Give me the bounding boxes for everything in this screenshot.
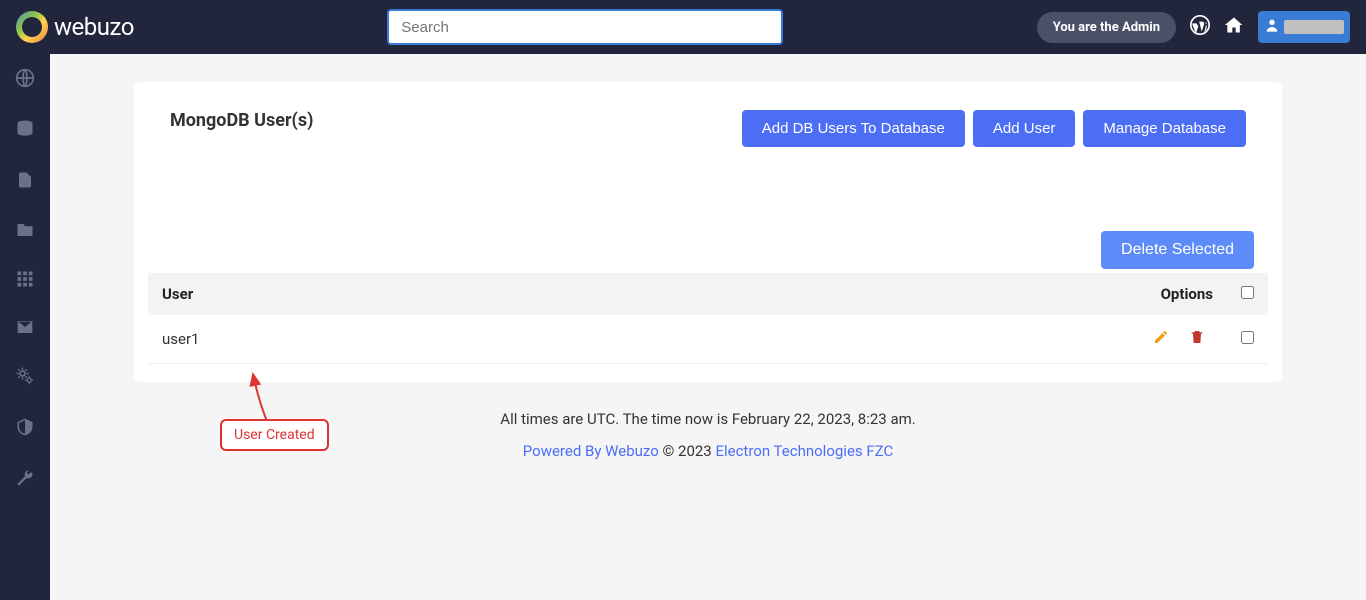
user-menu-button[interactable] (1258, 11, 1350, 43)
user-icon (1264, 17, 1280, 37)
wrench-icon[interactable] (15, 468, 35, 493)
database-icon[interactable] (15, 119, 35, 144)
gears-icon[interactable] (15, 366, 35, 391)
header: webuzo You are the Admin (0, 0, 1366, 54)
card: MongoDB User(s) Add DB Users To Database… (134, 82, 1282, 382)
folder-icon[interactable] (15, 221, 35, 244)
manage-database-button[interactable]: Manage Database (1083, 110, 1246, 147)
col-options: Options (1107, 273, 1227, 315)
user-name-placeholder (1284, 20, 1344, 34)
wordpress-icon[interactable] (1190, 15, 1210, 40)
delete-selected-button[interactable]: Delete Selected (1101, 231, 1254, 269)
cell-options (1107, 315, 1227, 364)
row-checkbox[interactable] (1241, 331, 1254, 344)
logo-icon (16, 11, 48, 43)
add-user-button[interactable]: Add User (973, 110, 1076, 147)
annotation-callout: User Created (220, 419, 329, 451)
select-all-checkbox[interactable] (1241, 286, 1254, 299)
company-link[interactable]: Electron Technologies FZC (715, 442, 893, 460)
col-select-all (1227, 273, 1268, 315)
users-table: User Options user1 (148, 273, 1268, 364)
logo-text: webuzo (54, 13, 134, 41)
main: MongoDB User(s) Add DB Users To Database… (50, 54, 1366, 600)
apps-icon[interactable] (16, 270, 34, 293)
col-user: User (148, 273, 1107, 315)
mail-icon[interactable] (15, 319, 35, 340)
powered-by-link[interactable]: Powered By Webuzo (523, 442, 659, 460)
card-header: MongoDB User(s) Add DB Users To Database… (148, 110, 1268, 147)
home-icon[interactable] (1224, 15, 1244, 40)
button-row: Add DB Users To Database Add User Manage… (742, 110, 1246, 147)
table-header-row: User Options (148, 273, 1268, 315)
header-right: You are the Admin (1037, 11, 1350, 43)
table-row: user1 (148, 315, 1268, 364)
page-title: MongoDB User(s) (170, 110, 313, 131)
delete-row: Delete Selected (148, 231, 1268, 269)
edit-icon[interactable] (1153, 329, 1169, 349)
admin-badge: You are the Admin (1037, 12, 1176, 43)
trash-icon[interactable] (1189, 329, 1205, 349)
copyright-text: © 2023 (659, 442, 716, 460)
search-input[interactable] (387, 9, 783, 45)
logo[interactable]: webuzo (16, 11, 134, 43)
add-db-users-button[interactable]: Add DB Users To Database (742, 110, 965, 147)
shield-icon[interactable] (16, 417, 34, 442)
file-icon[interactable] (16, 170, 34, 195)
search-wrap (387, 9, 783, 45)
sidebar (0, 54, 50, 600)
globe-icon[interactable] (15, 68, 35, 93)
cell-user: user1 (148, 315, 1107, 364)
cell-checkbox (1227, 315, 1268, 364)
